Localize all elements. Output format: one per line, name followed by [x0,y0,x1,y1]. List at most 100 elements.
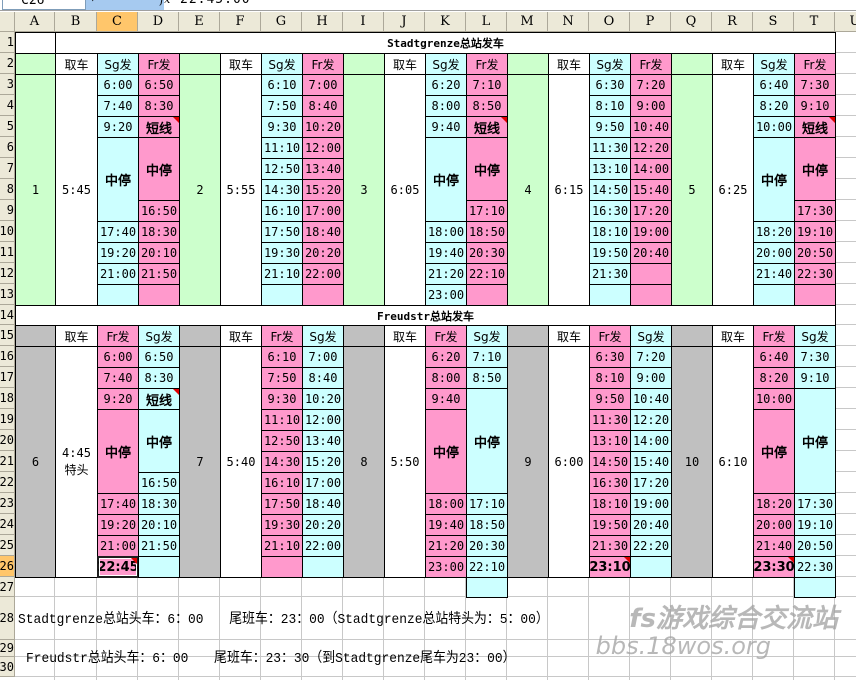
departure-time-cell[interactable]: 10:20 [302,388,344,410]
row-header-5[interactable]: 5 [0,116,15,137]
departure-time-cell[interactable]: 14:50 [589,451,631,473]
departure-header-1[interactable]: Fr发 [261,325,303,347]
row-header-4[interactable]: 4 [0,95,15,116]
departure-time-cell[interactable]: 19:40 [425,242,467,264]
departure-time-cell[interactable]: 19:00 [630,221,672,243]
departure-time-cell[interactable]: 12:20 [630,409,672,431]
pickup-header[interactable]: 取车 [548,325,590,347]
row-header-24[interactable]: 24 [0,514,15,535]
departure-time-cell[interactable] [753,284,795,306]
column-header-s[interactable]: S [753,12,794,32]
column-header-k[interactable]: K [425,12,466,32]
row-header-30[interactable]: 30 [0,657,15,677]
departure-time-cell[interactable]: 21:40 [753,263,795,285]
departure-time-cell[interactable]: 14:30 [261,179,303,201]
bus-number[interactable]: 2 [179,74,221,306]
departure-time-cell[interactable]: 短线 [794,116,836,138]
column-header-j[interactable]: J [384,12,425,32]
departure-time-cell[interactable]: 10:20 [302,116,344,138]
pickup-time[interactable]: 5:45 [55,74,98,306]
column-header-q[interactable]: Q [671,12,712,32]
departure-time-cell[interactable]: 19:40 [425,514,467,536]
departure-header-2[interactable]: Fr发 [302,53,344,75]
departure-time-cell[interactable]: 8:30 [138,95,180,117]
pickup-time[interactable]: 5:55 [220,74,262,306]
departure-time-cell[interactable]: 19:20 [97,242,139,264]
departure-time-cell[interactable]: 21:20 [425,535,467,557]
departure-header-2[interactable]: Fr发 [138,53,180,75]
departure-time-cell[interactable]: 6:00 [97,346,139,368]
departure-time-cell[interactable]: 中停 [425,137,467,222]
departure-time-cell[interactable]: 11:10 [261,137,303,159]
departure-time-cell[interactable]: 22:45 [97,556,139,578]
row-header-17[interactable]: 17 [0,367,15,388]
departure-time-cell[interactable]: 12:00 [302,137,344,159]
departure-time-cell[interactable]: 17:20 [630,200,672,222]
pickup-header[interactable]: 取车 [220,53,262,75]
departure-time-cell[interactable]: 18:40 [302,493,344,515]
pickup-header[interactable]: 取车 [55,53,98,75]
departure-time-cell[interactable]: 17:00 [302,472,344,494]
departure-time-cell[interactable]: 10:00 [753,388,795,410]
departure-time-cell[interactable]: 9:40 [425,388,467,410]
departure-time-cell[interactable] [466,577,508,598]
departure-time-cell[interactable]: 16:50 [138,200,180,222]
pickup-header[interactable]: 取车 [712,53,754,75]
row-header-28[interactable]: 28 [0,597,15,640]
departure-time-cell[interactable]: 6:40 [753,74,795,96]
column-header-l[interactable]: L [466,12,507,32]
departure-time-cell[interactable]: 13:40 [302,158,344,180]
departure-time-cell[interactable]: 14:00 [630,158,672,180]
departure-time-cell[interactable]: 6:20 [425,74,467,96]
departure-time-cell[interactable]: 短线 [466,116,508,138]
departure-time-cell[interactable]: 17:30 [794,493,836,515]
departure-time-cell[interactable]: 21:50 [138,535,180,557]
departure-time-cell[interactable]: 16:50 [138,472,180,494]
departure-time-cell[interactable]: 9:10 [794,95,836,117]
departure-time-cell[interactable]: 21:40 [753,535,795,557]
column-header-u[interactable]: U [835,12,856,32]
departure-time-cell[interactable]: 21:00 [97,535,139,557]
departure-time-cell[interactable]: 22:20 [630,535,672,557]
row-header-13[interactable]: 13 [0,284,15,305]
departure-time-cell[interactable]: 20:30 [466,535,508,557]
pickup-time[interactable]: 5:50 [384,346,426,578]
departure-time-cell[interactable]: 7:10 [466,346,508,368]
departure-time-cell[interactable] [261,284,303,306]
departure-header-2[interactable]: Sg发 [630,325,672,347]
departure-header-1[interactable]: Fr发 [753,325,795,347]
departure-time-cell[interactable]: 7:20 [630,74,672,96]
spreadsheet[interactable]: C26 ▼ fx 22:45:00 ABCDEFGHIJKLMNOPQRSTU 1… [0,0,856,680]
departure-time-cell[interactable]: 22:30 [794,263,836,285]
departure-time-cell[interactable]: 12:50 [261,158,303,180]
bus-header-cell[interactable] [343,53,385,75]
bus-number[interactable]: 4 [507,74,549,306]
departure-time-cell[interactable] [302,556,344,578]
departure-header-1[interactable]: Fr发 [425,325,467,347]
bus-header-cell[interactable] [15,325,56,347]
departure-time-cell[interactable]: 20:50 [794,535,836,557]
bus-number[interactable]: 8 [343,346,385,578]
row-header-12[interactable]: 12 [0,263,15,284]
row-header-19[interactable]: 19 [0,409,15,430]
pickup-header[interactable]: 取车 [384,53,426,75]
departure-time-cell[interactable] [630,284,672,306]
departure-time-cell[interactable]: 22:00 [302,263,344,285]
row-header-1[interactable]: 1 [0,32,15,53]
bus-header-cell[interactable] [343,325,385,347]
departure-time-cell[interactable]: 20:20 [302,242,344,264]
pickup-time[interactable]: 6:00 [548,346,590,578]
row-header-29[interactable]: 29 [0,640,15,657]
row-header-2[interactable]: 2 [0,53,15,74]
departure-time-cell[interactable]: 8:20 [753,367,795,389]
departure-time-cell[interactable]: 17:50 [261,221,303,243]
departure-time-cell[interactable]: 20:10 [138,242,180,264]
bus-number[interactable]: 3 [343,74,385,306]
departure-time-cell[interactable]: 12:50 [261,430,303,452]
select-all-corner[interactable] [0,12,15,32]
departure-time-cell[interactable]: 20:50 [794,242,836,264]
departure-time-cell[interactable]: 14:50 [589,179,631,201]
departure-time-cell[interactable]: 8:10 [589,95,631,117]
comment-indicator-icon[interactable] [829,117,835,123]
departure-header-2[interactable]: Sg发 [794,325,836,347]
